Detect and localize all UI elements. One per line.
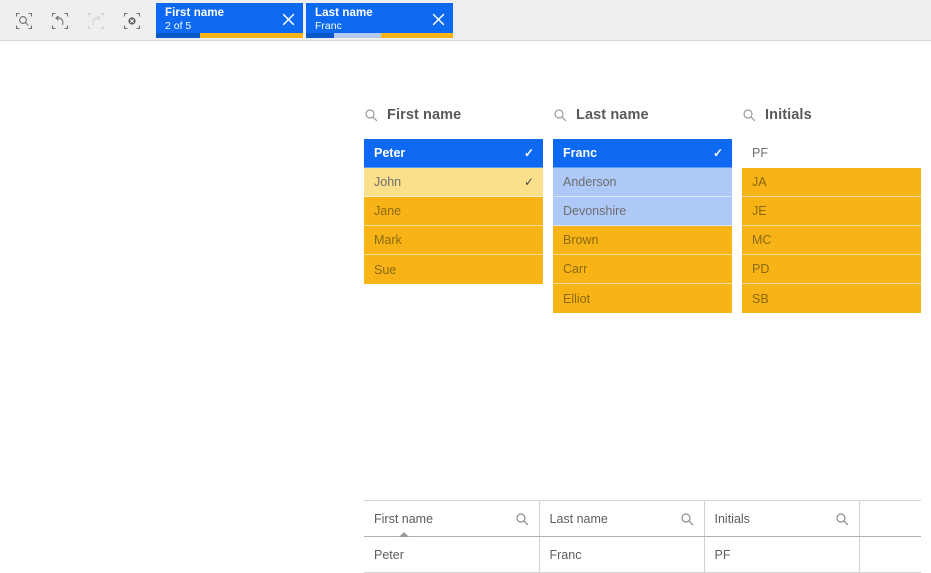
- clear-all-selections-button[interactable]: [114, 5, 150, 37]
- chip-state-bar: [156, 33, 303, 38]
- listbox-rows: Franc ✓ Anderson Devonshire Brown Carr E…: [553, 139, 732, 313]
- table-cell-last-name[interactable]: Franc: [539, 537, 704, 573]
- close-icon: [432, 13, 445, 26]
- search-icon[interactable]: [553, 108, 567, 122]
- list-item[interactable]: Elliot: [553, 284, 732, 313]
- listbox-rows: PF JA JE MC PD SB: [742, 139, 921, 313]
- step-forward-button[interactable]: [78, 5, 114, 37]
- search-icon[interactable]: [680, 512, 694, 526]
- bar-segment-selected: [156, 33, 200, 38]
- table-column-header-last-name[interactable]: Last name: [539, 501, 704, 537]
- selection-chip-last-name[interactable]: Last name Franc: [306, 3, 453, 38]
- list-item-label: JA: [752, 175, 767, 189]
- column-label: First name: [374, 512, 433, 526]
- list-item-label: Franc: [563, 146, 597, 160]
- undo-arrow-icon: [50, 11, 70, 31]
- list-item[interactable]: PF: [742, 139, 921, 168]
- selection-chip-first-name[interactable]: First name 2 of 5: [156, 3, 303, 38]
- table-column-header-empty[interactable]: [859, 501, 921, 537]
- list-item[interactable]: Brown: [553, 226, 732, 255]
- list-item-label: Anderson: [563, 175, 617, 189]
- list-item-label: MC: [752, 233, 771, 247]
- search-icon[interactable]: [742, 108, 756, 122]
- list-item-label: Peter: [374, 146, 405, 160]
- table-cell-empty[interactable]: [859, 537, 921, 573]
- list-item-label: Mark: [374, 233, 402, 247]
- list-item-label: Elliot: [563, 292, 590, 306]
- search-selection-icon: [14, 11, 34, 31]
- data-table: First name Last name: [364, 500, 921, 573]
- list-item[interactable]: Sue: [364, 255, 543, 284]
- clear-selections-icon: [122, 11, 142, 31]
- list-item[interactable]: John ✓: [364, 168, 543, 197]
- selection-tool-buttons: [0, 0, 150, 41]
- search-icon[interactable]: [364, 108, 378, 122]
- list-item[interactable]: MC: [742, 226, 921, 255]
- list-item[interactable]: JA: [742, 168, 921, 197]
- list-item-label: PD: [752, 262, 769, 276]
- check-icon: ✓: [524, 176, 534, 188]
- list-item-label: Devonshire: [563, 204, 626, 218]
- list-item[interactable]: Devonshire: [553, 197, 732, 226]
- listbox-header: First name: [364, 104, 543, 126]
- bar-segment-excluded: [381, 33, 453, 38]
- list-item[interactable]: Anderson: [553, 168, 732, 197]
- selection-chips: First name 2 of 5 Last name Franc: [156, 0, 453, 38]
- close-icon: [282, 13, 295, 26]
- list-item[interactable]: Franc ✓: [553, 139, 732, 168]
- list-item-label: Brown: [563, 233, 598, 247]
- listbox-initials: Initials PF JA JE MC PD SB: [742, 104, 921, 313]
- table-column-header-initials[interactable]: Initials: [704, 501, 859, 537]
- bar-segment-excluded: [200, 33, 303, 38]
- step-back-button[interactable]: [42, 5, 78, 37]
- listbox-title: Last name: [576, 107, 649, 123]
- listbox-header: Last name: [553, 104, 732, 126]
- list-item[interactable]: Carr: [553, 255, 732, 284]
- list-item[interactable]: PD: [742, 255, 921, 284]
- table-header-row: First name Last name: [364, 501, 921, 537]
- table-header: First name Last name: [364, 501, 921, 537]
- table-cell-initials[interactable]: PF: [704, 537, 859, 573]
- chip-close-icon[interactable]: [280, 11, 296, 27]
- listbox-rows: Peter ✓ John ✓ Jane Mark Sue: [364, 139, 543, 284]
- sort-ascending-icon: [399, 532, 409, 537]
- list-item[interactable]: SB: [742, 284, 921, 313]
- column-label: Last name: [550, 512, 608, 526]
- list-item[interactable]: Mark: [364, 226, 543, 255]
- list-item-label: Carr: [563, 262, 587, 276]
- check-icon: ✓: [524, 147, 534, 159]
- listbox-last-name: Last name Franc ✓ Anderson Devonshire Br…: [553, 104, 732, 313]
- list-item-label: John: [374, 175, 401, 189]
- listbox-first-name: First name Peter ✓ John ✓ Jane Mark Sue: [364, 104, 543, 284]
- chip-state-bar: [306, 33, 453, 38]
- list-item-label: SB: [752, 292, 769, 306]
- check-icon: ✓: [713, 147, 723, 159]
- selections-tool-button[interactable]: [6, 5, 42, 37]
- bar-segment-alternative: [334, 33, 381, 38]
- listbox-header: Initials: [742, 104, 921, 126]
- search-icon[interactable]: [515, 512, 529, 526]
- list-item[interactable]: Peter ✓: [364, 139, 543, 168]
- list-item[interactable]: Jane: [364, 197, 543, 226]
- table-body: Peter Franc PF: [364, 537, 921, 573]
- column-label: Initials: [715, 512, 750, 526]
- list-item-label: PF: [752, 146, 768, 160]
- redo-arrow-icon: [86, 11, 106, 31]
- selection-toolbar: First name 2 of 5 Last name Franc: [0, 0, 931, 41]
- list-item-label: Jane: [374, 204, 401, 218]
- bar-segment-selected: [306, 33, 334, 38]
- table-row[interactable]: Peter Franc PF: [364, 537, 921, 573]
- list-item-label: JE: [752, 204, 767, 218]
- search-icon[interactable]: [835, 512, 849, 526]
- table-column-header-first-name[interactable]: First name: [364, 501, 539, 537]
- chip-close-icon[interactable]: [430, 11, 446, 27]
- list-item-label: Sue: [374, 263, 396, 277]
- list-item[interactable]: JE: [742, 197, 921, 226]
- listbox-title: First name: [387, 107, 461, 123]
- listbox-title: Initials: [765, 107, 812, 123]
- table-cell-first-name[interactable]: Peter: [364, 537, 539, 573]
